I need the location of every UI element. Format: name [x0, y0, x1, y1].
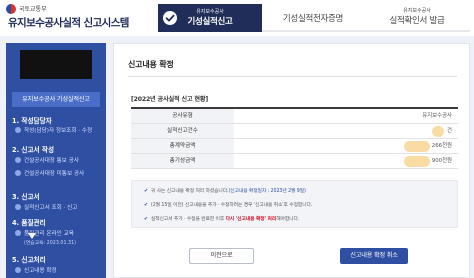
sidebar-section-write: 2. 신고서 작성: [12, 146, 55, 154]
sidebar-item-report-lookup[interactable]: 실적신고서 조회 · 신고: [15, 203, 77, 211]
bullet-icon: [15, 170, 21, 176]
header: 국토교통부 유지보수공사실적 신고시스템 유지보수공사 기성실적신고 기성실적전…: [0, 0, 474, 36]
sidebar-item-label: 실적신고서 조회 · 신고: [24, 205, 78, 211]
bullet-icon: [15, 157, 21, 163]
table-header-cell: 실적신고건수: [131, 124, 234, 138]
table-value-cell: 900천원: [431, 158, 452, 164]
bullet-icon: [15, 230, 21, 236]
sidebar-item-quality-education[interactable]: 품질관리 온라인 교육: [15, 229, 74, 237]
sidebar-item-label: 품질관리 온라인 교육: [24, 231, 74, 237]
table-header-cell: 공사유형: [131, 109, 234, 123]
ministry-name: 국토교통부: [19, 6, 47, 13]
sidebar-item-author-info[interactable]: 작성(담당)자 정보조회 · 수정: [15, 126, 92, 134]
system-title: 유지보수공사실적 신고시스템: [8, 17, 129, 29]
sidebar-item-label: 작성(담당)자 정보조회 · 수정: [24, 128, 93, 134]
check-icon: ✔: [144, 217, 148, 222]
bullet-icon: [15, 267, 21, 273]
sidebar-item-label: 건설공사대장 통보 공사: [24, 158, 80, 164]
site-logo[interactable]: 국토교통부 유지보수공사실적 신고시스템: [6, 3, 129, 33]
redacted-value: [432, 126, 444, 137]
tab-certificate-issuance[interactable]: 유지보수공사 실적확인서 발급: [364, 4, 470, 32]
tab-electronic-certificate[interactable]: 기성실적전자증명: [262, 4, 364, 32]
sidebar-section-process: 5. 신고처리: [12, 256, 46, 264]
notice-line: ✔ 귀 사는 신고내용 확정 처리 하셨습니다.(신고내용 확정일자 : 2023…: [144, 189, 306, 194]
table-row: 공사유형 유지보수공사: [131, 109, 458, 124]
report-status-label: [2022년 공사실적 신고 현황]: [131, 96, 208, 103]
tab-performance-report[interactable]: 유지보수공사 기성실적신고: [158, 4, 262, 32]
government-emblem-icon: [6, 4, 16, 14]
check-icon: ✔: [144, 189, 148, 194]
bullet-icon: [15, 127, 21, 133]
page-title: 신고내용 확정: [128, 60, 174, 69]
redacted-company-info: [20, 50, 92, 79]
sidebar-title: 유지보수공사 기성실적신고: [12, 92, 100, 107]
sidebar-section-author: 1. 작성담당자: [12, 117, 52, 125]
redacted-value: [404, 141, 430, 152]
notice-box: ✔ 귀 사는 신고내용 확정 처리 하셨습니다.(신고내용 확정일자 : 2023…: [131, 180, 458, 228]
cancel-confirmation-button[interactable]: 신고내용 확정 취소: [340, 248, 408, 264]
sidebar-item-label: 건설공사대장 미통보 공사: [24, 171, 85, 177]
notice-line: ✔ 실적신고서 추가 · 수정을 완료한 이후 다시 '신고내용 확정' 처리해야…: [144, 217, 300, 222]
table-row: 총기성금액 900천원: [131, 154, 458, 169]
table-value-cell: 유지보수공사: [422, 113, 452, 119]
tab-label: 실적확인서 발급: [389, 16, 445, 26]
redacted-value: [404, 156, 430, 167]
sidebar-section-report: 3. 신고서: [12, 193, 40, 201]
table-value-cell: 266천원: [431, 143, 452, 149]
sidebar: 유지보수공사 기성실적신고 1. 작성담당자 작성(담당)자 정보조회 · 수정…: [6, 43, 106, 278]
check-icon: ✔: [144, 203, 148, 208]
divider: [128, 76, 457, 77]
sidebar-section-quality: 4. 품질관리: [12, 219, 46, 227]
check-circle-icon: [163, 11, 177, 25]
sidebar-item-confirm[interactable]: 신고내용 확정: [15, 266, 57, 274]
table-header-cell: 총기성금액: [131, 154, 234, 168]
tab-sub-label: 유지보수공사: [403, 8, 431, 14]
sidebar-item-label: 신고내용 확정: [24, 268, 57, 274]
sidebar-item-notified-works[interactable]: 건설공사대장 통보 공사: [15, 156, 79, 164]
table-row: 실적신고건수 건: [131, 124, 458, 139]
bullet-icon: [15, 204, 21, 210]
sidebar-item-note: (연습교육: 2023.01.31): [24, 241, 77, 246]
prev-button[interactable]: 이전으로: [189, 248, 254, 264]
tab-label: 기성실적전자증명: [282, 14, 344, 24]
table-header-cell: 총계약금액: [131, 139, 234, 153]
main-panel: 신고내용 확정 [2022년 공사실적 신고 현황] 공사유형 유지보수공사 실…: [113, 43, 470, 278]
sidebar-item-unnotified-works[interactable]: 건설공사대장 미통보 공사: [15, 169, 84, 177]
table-row: 총계약금액 266천원: [131, 139, 458, 154]
table-value-cell: 건: [447, 128, 452, 134]
notice-line: ✔ (2월 15일 이전) 신고내용을 추가 · 수정하려는 경우 '신고내용 취…: [144, 203, 313, 208]
report-status-table: 공사유형 유지보수공사 실적신고건수 건 총계약금액 266천원 총기성금액 9…: [131, 107, 458, 169]
